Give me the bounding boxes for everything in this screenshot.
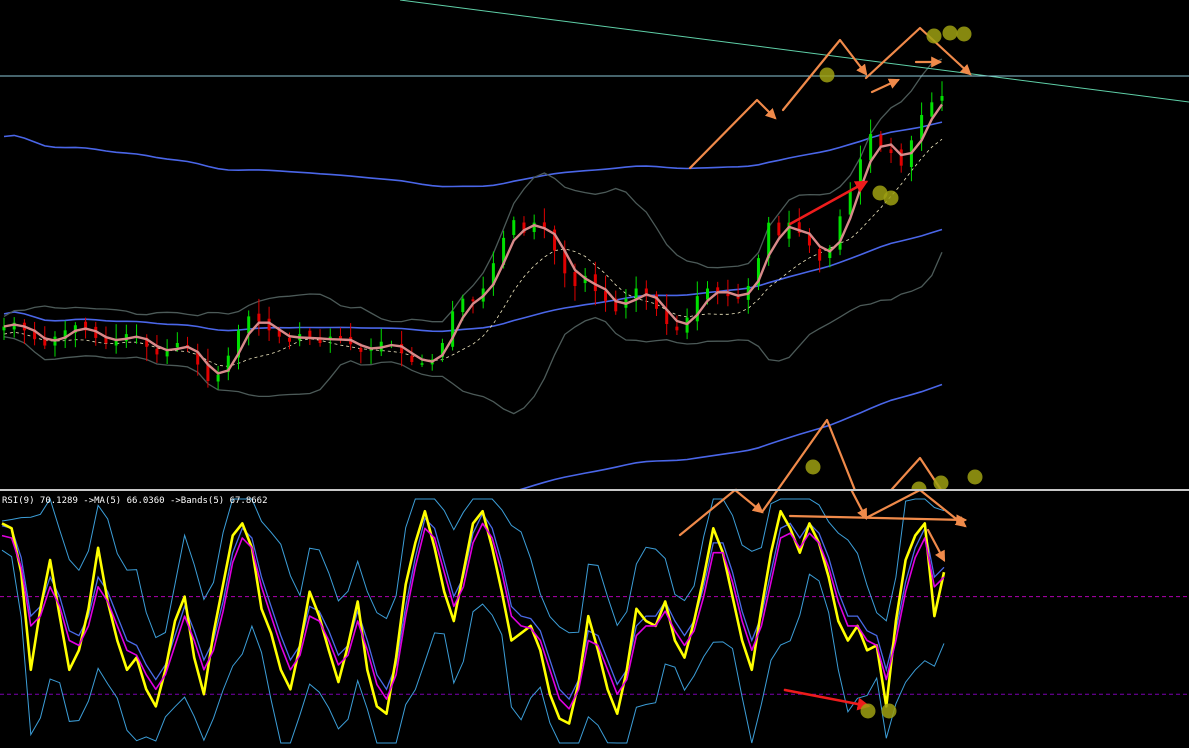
candle-body bbox=[471, 299, 475, 302]
candle-body bbox=[695, 296, 699, 322]
price-panel bbox=[0, 0, 1189, 490]
oscillator-panel: RSI(9) 70.1289 ->MA(5) 66.0360 ->Bands(5… bbox=[0, 491, 1189, 748]
marker-dot bbox=[805, 459, 821, 475]
oscillator-panel-background bbox=[0, 491, 1189, 748]
marker-dot bbox=[881, 703, 897, 719]
indicator-label: RSI(9) 70.1289 ->MA(5) 66.0360 ->Bands(5… bbox=[2, 496, 268, 506]
candle-body bbox=[818, 249, 822, 261]
candle-body bbox=[869, 134, 873, 161]
candle-body bbox=[512, 220, 516, 235]
candle-body bbox=[155, 348, 159, 355]
candle-body bbox=[889, 149, 893, 153]
marker-dot bbox=[933, 475, 949, 490]
chart-root: RSI(9) 70.1289 ->MA(5) 66.0360 ->Bands(5… bbox=[0, 0, 1189, 748]
candle-body bbox=[257, 313, 261, 322]
candle-body bbox=[940, 96, 944, 101]
candle-body bbox=[420, 363, 424, 365]
marker-dot bbox=[819, 67, 835, 83]
candle-body bbox=[675, 326, 679, 331]
price-panel-background bbox=[0, 0, 1189, 490]
candle-body bbox=[879, 134, 883, 147]
candle-body bbox=[777, 222, 781, 236]
marker-dot bbox=[926, 28, 942, 44]
candle-body bbox=[287, 337, 291, 342]
marker-dot bbox=[956, 26, 972, 42]
marker-dot bbox=[860, 703, 876, 719]
candle-body bbox=[216, 374, 220, 382]
candle-body bbox=[175, 343, 179, 348]
marker-dot bbox=[967, 469, 983, 485]
candle-body bbox=[838, 216, 842, 250]
candle-body bbox=[848, 191, 852, 215]
candle-body bbox=[247, 316, 251, 334]
marker-dot bbox=[883, 190, 899, 206]
candle-body bbox=[410, 355, 414, 362]
candle-body bbox=[930, 102, 934, 117]
candle-body bbox=[573, 271, 577, 286]
candle-body bbox=[706, 288, 709, 300]
candle-body bbox=[461, 298, 465, 313]
marker-dot bbox=[942, 25, 958, 41]
candle-body bbox=[726, 293, 730, 297]
candle-body bbox=[899, 149, 903, 166]
candle-body bbox=[736, 296, 740, 299]
candle-body bbox=[359, 347, 363, 352]
